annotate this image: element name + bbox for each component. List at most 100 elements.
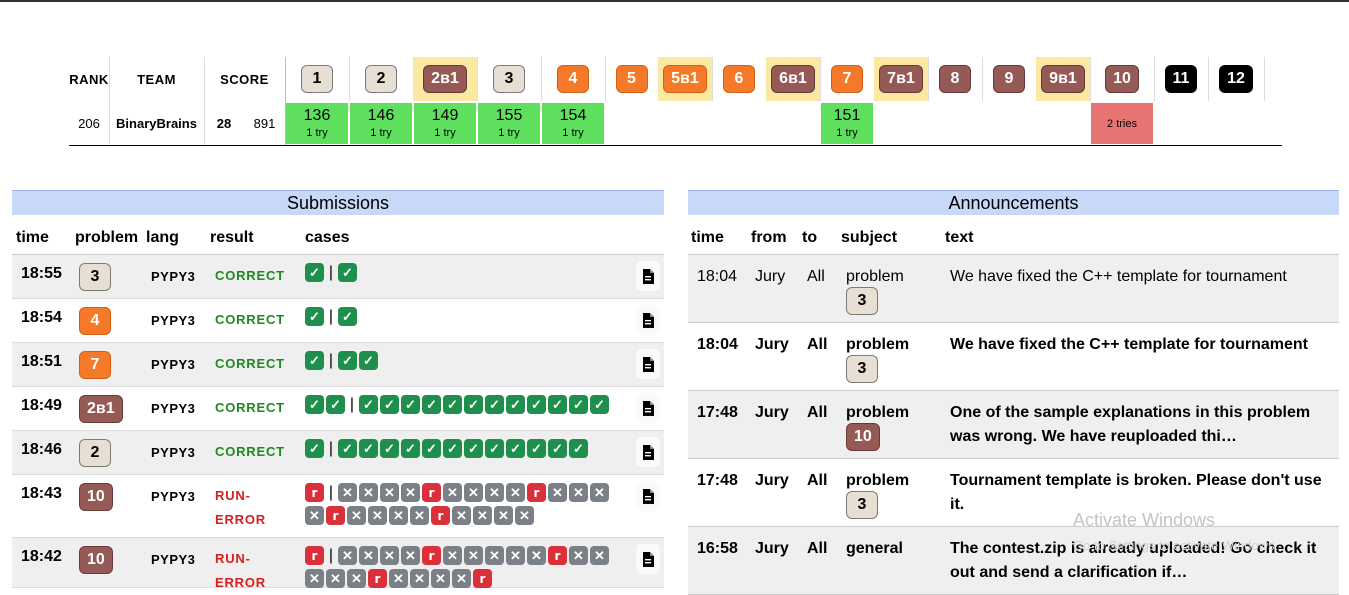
result-time: 146 — [367, 107, 395, 124]
col-subject: subject — [841, 229, 898, 246]
result-time: 149 — [431, 107, 459, 124]
problem-badge[interactable]: 2в1 — [423, 65, 467, 93]
file-icon[interactable] — [636, 349, 660, 379]
problem-badge[interactable]: 4 — [79, 307, 111, 335]
problem-badge[interactable]: 4 — [557, 65, 589, 93]
problem-badge[interactable]: 7 — [79, 351, 111, 379]
problem-badge[interactable]: 10 — [846, 423, 880, 451]
problem-result-cell: 146 1 try — [350, 103, 412, 144]
problem-column-header: 7 — [820, 57, 874, 101]
submission-problem[interactable]: 7 — [79, 351, 111, 379]
activate-windows-watermark: Activate Windows — [1073, 510, 1216, 530]
submission-row[interactable]: 18:43 10 PYPY3 RUN-ERROR r | ✕ ✕ ✕ ✕ r ✕ ✕ ✕ ✕ r ✕ ✕ ✕ ✕ r ✕ ✕… — [12, 475, 664, 538]
announcement-problem[interactable]: 3 — [846, 355, 878, 383]
result-tries: 1 try — [306, 127, 328, 139]
check-icon: ✓ — [326, 395, 345, 414]
check-icon: ✓ — [464, 439, 483, 458]
check-icon: ✓ — [401, 439, 420, 458]
submission-row[interactable]: 18:55 3 PYPY3 CORRECT ✓ | ✓ — [12, 255, 664, 299]
announcement-row[interactable]: 18:04 Jury All problem We have fixed the C++… — [688, 255, 1339, 323]
submission-problem[interactable]: 10 — [79, 483, 113, 511]
run-error-icon: r — [422, 546, 441, 565]
problem-badge[interactable]: 7в1 — [879, 65, 923, 93]
announcement-from: Jury — [755, 336, 789, 353]
problem-badge[interactable]: 3 — [79, 263, 111, 291]
top-border — [0, 0, 1349, 2]
case-separator: | — [328, 439, 334, 457]
problem-badge[interactable]: 7 — [831, 65, 863, 93]
problem-badge[interactable]: 6 — [723, 65, 755, 93]
submission-row[interactable]: 18:51 7 PYPY3 CORRECT ✓ | ✓ ✓ — [12, 343, 664, 387]
cross-icon: ✕ — [527, 546, 546, 565]
submission-row[interactable]: 18:42 10 PYPY3 RUN-ERROR r | ✕ ✕ ✕ ✕ r ✕ ✕ ✕ ✕ ✕ r ✕ ✕ ✕ ✕ ✕ r… — [12, 538, 664, 590]
team-row[interactable]: 206 BinaryBrains 28 891 136 1 try 146 1 try… — [69, 101, 1282, 146]
problem-badge[interactable]: 5в1 — [663, 65, 707, 93]
problem-badge[interactable]: 2 — [365, 65, 397, 93]
file-icon[interactable] — [636, 393, 660, 423]
col-time: time — [16, 229, 49, 246]
case-separator: | — [349, 395, 355, 413]
cross-icon: ✕ — [443, 546, 462, 565]
announcement-row[interactable]: 17:48 Jury All problem One of the sample exp… — [688, 391, 1339, 459]
result-time: 154 — [559, 107, 587, 124]
case-separator: | — [328, 483, 334, 501]
problem-column-header: 2в1 — [413, 57, 477, 101]
result-tries: 1 try — [562, 127, 584, 139]
file-icon[interactable] — [636, 544, 660, 574]
submission-row[interactable]: 18:49 2в1 PYPY3 CORRECT ✓ ✓ | ✓ ✓ ✓ ✓ ✓ ✓ ✓ ✓ ✓ ✓ ✓ ✓ — [12, 387, 664, 431]
submission-problem[interactable]: 2в1 — [79, 395, 123, 423]
problem-badge[interactable]: 12 — [1219, 65, 1253, 93]
problem-column-header: 2 — [349, 57, 413, 101]
announcement-problem[interactable]: 10 — [846, 423, 880, 451]
cross-icon: ✕ — [464, 483, 483, 502]
problem-badge[interactable]: 3 — [846, 491, 878, 519]
announcement-problem[interactable]: 3 — [846, 287, 878, 315]
cross-icon: ✕ — [452, 569, 471, 588]
check-icon: ✓ — [338, 307, 357, 326]
problem-badge[interactable]: 8 — [939, 65, 971, 93]
check-icon: ✓ — [401, 395, 420, 414]
file-icon[interactable] — [636, 481, 660, 511]
submission-problem[interactable]: 3 — [79, 263, 111, 291]
problem-badge[interactable]: 3 — [493, 65, 525, 93]
col-to: to — [802, 229, 818, 246]
announcement-problem[interactable]: 3 — [846, 491, 878, 519]
announcement-text: We have fixed the C++ template for tourn… — [950, 336, 1309, 353]
problem-badge[interactable]: 1 — [301, 65, 333, 93]
problem-badge[interactable]: 2в1 — [79, 395, 123, 423]
problem-badge[interactable]: 3 — [846, 287, 878, 315]
submission-problem[interactable]: 2 — [79, 439, 111, 467]
submission-problem[interactable]: 10 — [79, 546, 113, 574]
check-icon: ✓ — [590, 395, 609, 414]
run-error-icon: r — [305, 546, 324, 565]
problem-badge[interactable]: 5 — [615, 65, 648, 93]
announcement-from: Jury — [755, 472, 789, 489]
problem-badge[interactable]: 3 — [846, 355, 878, 383]
cross-icon: ✕ — [389, 506, 408, 525]
check-icon: ✓ — [338, 263, 357, 282]
problem-badge[interactable]: 9в1 — [1041, 65, 1085, 93]
problem-result-cell: 2 tries — [1091, 103, 1153, 144]
submission-problem[interactable]: 4 — [79, 307, 111, 335]
run-error-icon: r — [326, 506, 345, 525]
submission-row[interactable]: 18:46 2 PYPY3 CORRECT ✓ | ✓ ✓ ✓ ✓ ✓ ✓ ✓ ✓ ✓ ✓ ✓ ✓ — [12, 431, 664, 475]
problem-badge[interactable]: 2 — [79, 439, 111, 467]
file-icon[interactable] — [636, 437, 660, 467]
file-icon[interactable] — [636, 261, 660, 291]
col-cases: cases — [305, 229, 350, 246]
submission-row[interactable]: 18:54 4 PYPY3 CORRECT ✓ | ✓ — [12, 299, 664, 343]
problem-badge[interactable]: 10 — [79, 483, 113, 511]
announcement-row[interactable]: 18:04 Jury All problem We have fixed the C++… — [688, 323, 1339, 391]
problem-badge[interactable]: 10 — [1105, 65, 1139, 93]
cross-icon: ✕ — [410, 569, 429, 588]
announcement-to: All — [807, 540, 828, 557]
problem-badge[interactable]: 11 — [1164, 65, 1198, 93]
announcement-row[interactable]: 17:48 Jury All problem Tournament template i… — [688, 459, 1339, 527]
file-icon[interactable] — [636, 305, 660, 335]
testcase-results: ✓ ✓ | ✓ ✓ ✓ ✓ ✓ ✓ ✓ ✓ ✓ ✓ ✓ ✓ — [305, 395, 620, 414]
col-lang: lang — [146, 229, 179, 246]
problem-badge[interactable]: 10 — [79, 546, 113, 574]
problem-badge[interactable]: 9 — [993, 65, 1025, 93]
problem-badge[interactable]: 6в1 — [771, 65, 815, 93]
check-icon: ✓ — [305, 307, 324, 326]
